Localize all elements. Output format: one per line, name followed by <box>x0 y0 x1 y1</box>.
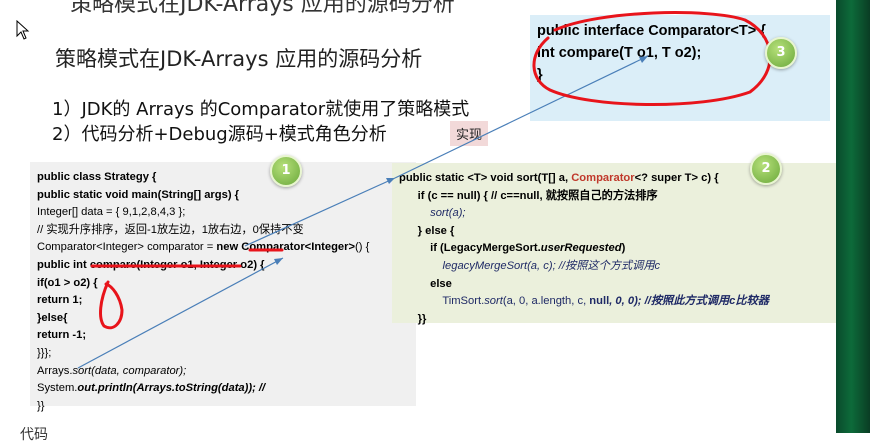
mouse-cursor-icon <box>16 20 30 40</box>
code-line: sort(a); <box>430 207 466 220</box>
code-line: (data)); // <box>217 382 266 395</box>
code-line: if(o1 > o2) { <box>37 276 98 289</box>
cut-off-title: 策略模式在JDK-Arrays 应用的源码分析 <box>70 0 455 17</box>
code-line: if (c == null) { // c==null, 就按照自己的方法排序 <box>417 189 658 202</box>
interface-line-1: public interface Comparator<T> { <box>537 23 766 39</box>
code-line: ) <box>621 242 626 255</box>
code-line: public int compare(Integer o1, Integer o… <box>37 258 265 271</box>
code-line: legacyMergeSort(a, c); <box>442 259 556 272</box>
code-line: (data, comparator); <box>91 364 187 377</box>
code-line: null <box>589 295 610 308</box>
code-line: }else{ <box>37 311 68 324</box>
strategy-code: public class Strategy { public static vo… <box>37 169 369 415</box>
code-line: Arrays. <box>37 364 73 377</box>
step-marker-1: 1 <box>270 155 302 187</box>
code-line: return -1; <box>37 329 87 342</box>
code-line: toString <box>175 382 218 395</box>
code-line: }} <box>417 312 427 325</box>
sort-code: public static <T> void sort(T[] a, Compa… <box>399 170 769 328</box>
code-line: userRequested <box>540 242 622 255</box>
code-line: .println(Arrays. <box>94 382 176 395</box>
code-line: return 1; <box>37 294 83 307</box>
code-line: public static <T> void sort(T[] a, <box>399 172 572 184</box>
code-line: public static void main(String[] args) { <box>37 188 240 201</box>
interface-line-3: } <box>537 67 543 83</box>
code-line: new Comparator<Integer> <box>216 241 356 254</box>
code-line: <? super T> c) { <box>634 172 719 184</box>
code-line: // 实现升序排序，返回-1放左边，1放右边，0保持不变 <box>37 223 304 236</box>
code-line: System. <box>37 382 78 395</box>
code-line: else <box>430 277 452 290</box>
interface-code: public interface Comparator<T> { int com… <box>537 20 766 86</box>
slide-title: 策略模式在JDK-Arrays 应用的源码分析 <box>55 47 423 71</box>
bullet-1: 1）JDK的 Arrays 的Comparator就使用了策略模式 <box>52 99 470 120</box>
code-line: }}}; <box>37 346 52 359</box>
cut-off-bottom-text: 代码 <box>20 427 48 443</box>
code-line: } else { <box>417 224 455 237</box>
code-line: , 0, 0); //按照此方式调用c比较器 <box>609 295 769 308</box>
implement-tag: 实现 <box>450 121 489 146</box>
slide-side-bar <box>836 0 870 433</box>
code-line: Comparator<Integer> comparator = <box>37 241 217 254</box>
code-line: TimSort. <box>442 295 485 308</box>
code-line: if (LegacyMergeSort. <box>430 242 541 255</box>
code-line: sort <box>484 295 503 308</box>
code-line: Integer[] data = { 9,1,2,8,4,3 }; <box>37 206 186 219</box>
step-marker-3: 3 <box>765 37 797 69</box>
code-line: //按照这个方式调用c <box>555 259 661 272</box>
code-line: out <box>77 382 95 395</box>
code-line: public class Strategy { <box>37 171 157 183</box>
step-marker-2: 2 <box>750 153 782 185</box>
code-line: (a, 0, a.length, c, <box>502 295 590 308</box>
code-line: Comparator <box>571 172 635 184</box>
code-line: sort <box>72 364 92 377</box>
bullet-2: 2）代码分析+Debug源码+模式角色分析 <box>52 124 387 145</box>
code-line: () { <box>355 241 370 254</box>
interface-line-2: int compare(T o1, T o2); <box>537 45 702 61</box>
code-line: }} <box>37 399 45 412</box>
